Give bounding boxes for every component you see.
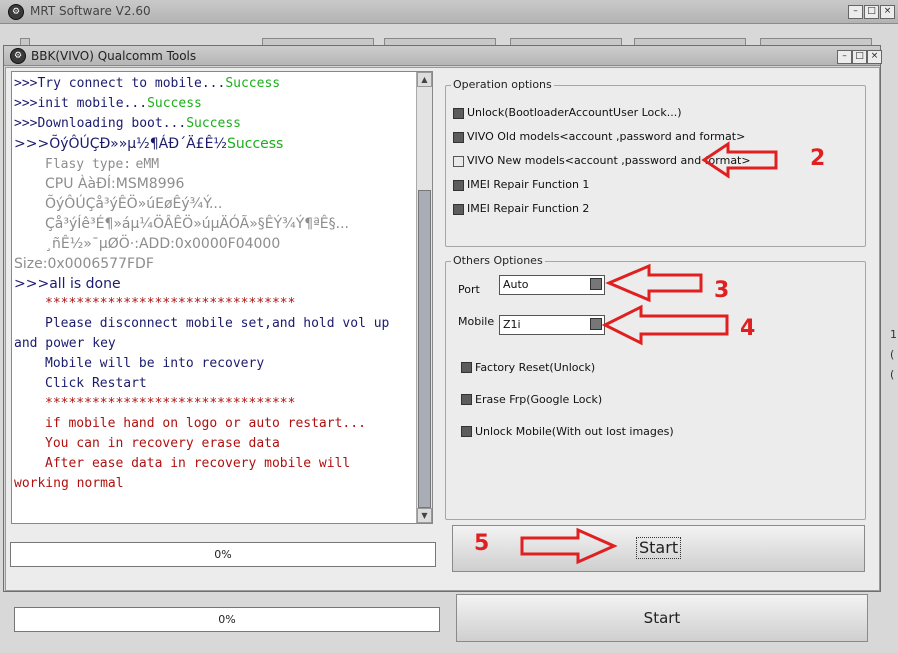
log-line: CPU ÀàÐÍ:MSM8996 [45,176,185,192]
start-button-label: Start [636,537,682,559]
outer-maximize-button[interactable]: □ [864,5,879,19]
log-panel[interactable]: >>>Try connect to mobile...Success >>>in… [11,71,433,524]
dropdown-button-icon[interactable] [590,278,602,290]
imei-repair-1-label: IMEI Repair Function 1 [467,178,590,191]
annotation-number-3: 3 [714,278,730,303]
log-line: Flasy type: eMM [45,157,160,172]
others-options-title: Others Optiones [451,254,545,267]
log-line: working normal [14,476,124,491]
log-line: ¸ñÊ½»¯µØÖ·:ADD:0x0000F04000 [45,236,281,252]
log-line: Please disconnect mobile set,and hold vo… [45,316,390,331]
inner-progress-bar: 0% [10,542,436,567]
inner-maximize-button[interactable]: □ [852,50,867,64]
log-line: ******************************** [45,396,296,411]
annotation-arrow-5 [520,527,618,565]
log-line: >>>Try connect to mobile...Success [14,76,281,91]
log-line: and power key [14,336,116,351]
log-line: >>>Downloading boot...Success [14,116,241,131]
scroll-thumb[interactable] [418,190,431,508]
unlock-checkbox[interactable] [453,108,465,120]
outer-minimize-button[interactable]: – [848,5,863,19]
log-line: ÕýÔÚÇå³ýÊÖ»úEøÊý¾Ý... [45,196,223,212]
operation-options-group: Operation options Unlock(BootloaderAccou… [445,78,866,247]
annotation-arrow-2 [701,141,778,179]
inner-window-title: BBK(VIVO) Qualcomm Tools [31,49,197,63]
log-line: >>>init mobile...Success [14,96,202,111]
imei-repair-2-label: IMEI Repair Function 2 [467,202,590,215]
outer-start-button[interactable]: Start [456,594,868,642]
log-line: You can in recovery erase data [45,436,280,451]
log-line: >>>all is done [14,276,121,292]
annotation-arrow-4 [601,304,729,346]
inner-close-button[interactable]: × [867,50,882,64]
start-button[interactable]: Start [452,525,865,572]
factory-reset-label: Factory Reset(Unlock) [475,361,596,374]
outer-close-button[interactable]: × [880,5,895,19]
outer-window-title: MRT Software V2.60 [30,4,151,18]
log-line: Click Restart [45,376,147,391]
vivo-new-checkbox[interactable] [453,156,465,168]
inner-minimize-button[interactable]: – [837,50,852,64]
side-fragment: 1 [890,328,897,341]
side-fragment: ( [890,348,895,361]
unlock-label: Unlock(BootloaderAccountUser Lock...) [467,106,682,119]
log-line: ******************************** [45,296,296,311]
tool-icon: ⚙ [10,48,26,64]
log-line: After ease data in recovery mobile will [45,456,351,471]
unlock-mobile-label: Unlock Mobile(With out lost images) [475,425,674,438]
port-label: Port [458,283,480,296]
side-fragment: ( [890,368,895,381]
log-line: Mobile will be into recovery [45,356,265,371]
annotation-arrow-3 [605,263,703,303]
annotation-number-4: 4 [740,316,756,341]
log-scrollbar[interactable]: ▲ ▼ [416,72,432,523]
scroll-up-arrow-icon[interactable]: ▲ [417,72,432,87]
inner-title-bar: ⚙ BBK(VIVO) Qualcomm Tools – □ × [4,46,882,66]
erase-frp-checkbox[interactable] [461,394,473,406]
factory-reset-checkbox[interactable] [461,362,473,374]
outer-progress-bar: 0% [14,607,440,632]
annotation-number-2: 2 [810,146,826,171]
annotation-number-5: 5 [474,531,490,556]
operation-options-title: Operation options [451,78,554,91]
vivo-old-checkbox[interactable] [453,132,465,144]
log-line: >>>ÕýÔÚÇÐ»»µ½¶ÁÐ´Ä£Ê½Success [14,136,284,152]
log-line: Size:0x0006577FDF [14,256,154,272]
app-icon: ⚙ [8,4,24,20]
imei-repair-2-checkbox[interactable] [453,204,465,216]
log-line: Çå³ýÍê³É¶»áµ¼ÖÂÊÖ»úµÄÓÃ»§ÊÝ¾Ý¶ªÊ§... [45,216,350,232]
outer-title-bar: ⚙ MRT Software V2.60 – □ × [0,0,898,24]
imei-repair-1-checkbox[interactable] [453,180,465,192]
erase-frp-label: Erase Frp(Google Lock) [475,393,603,406]
log-line: if mobile hand on logo or auto restart..… [45,416,366,431]
scroll-down-arrow-icon[interactable]: ▼ [417,508,432,523]
mobile-label: Mobile [458,315,495,328]
unlock-mobile-checkbox[interactable] [461,426,473,438]
mobile-select[interactable]: Z1i [499,315,605,335]
port-select[interactable]: Auto [499,275,605,295]
